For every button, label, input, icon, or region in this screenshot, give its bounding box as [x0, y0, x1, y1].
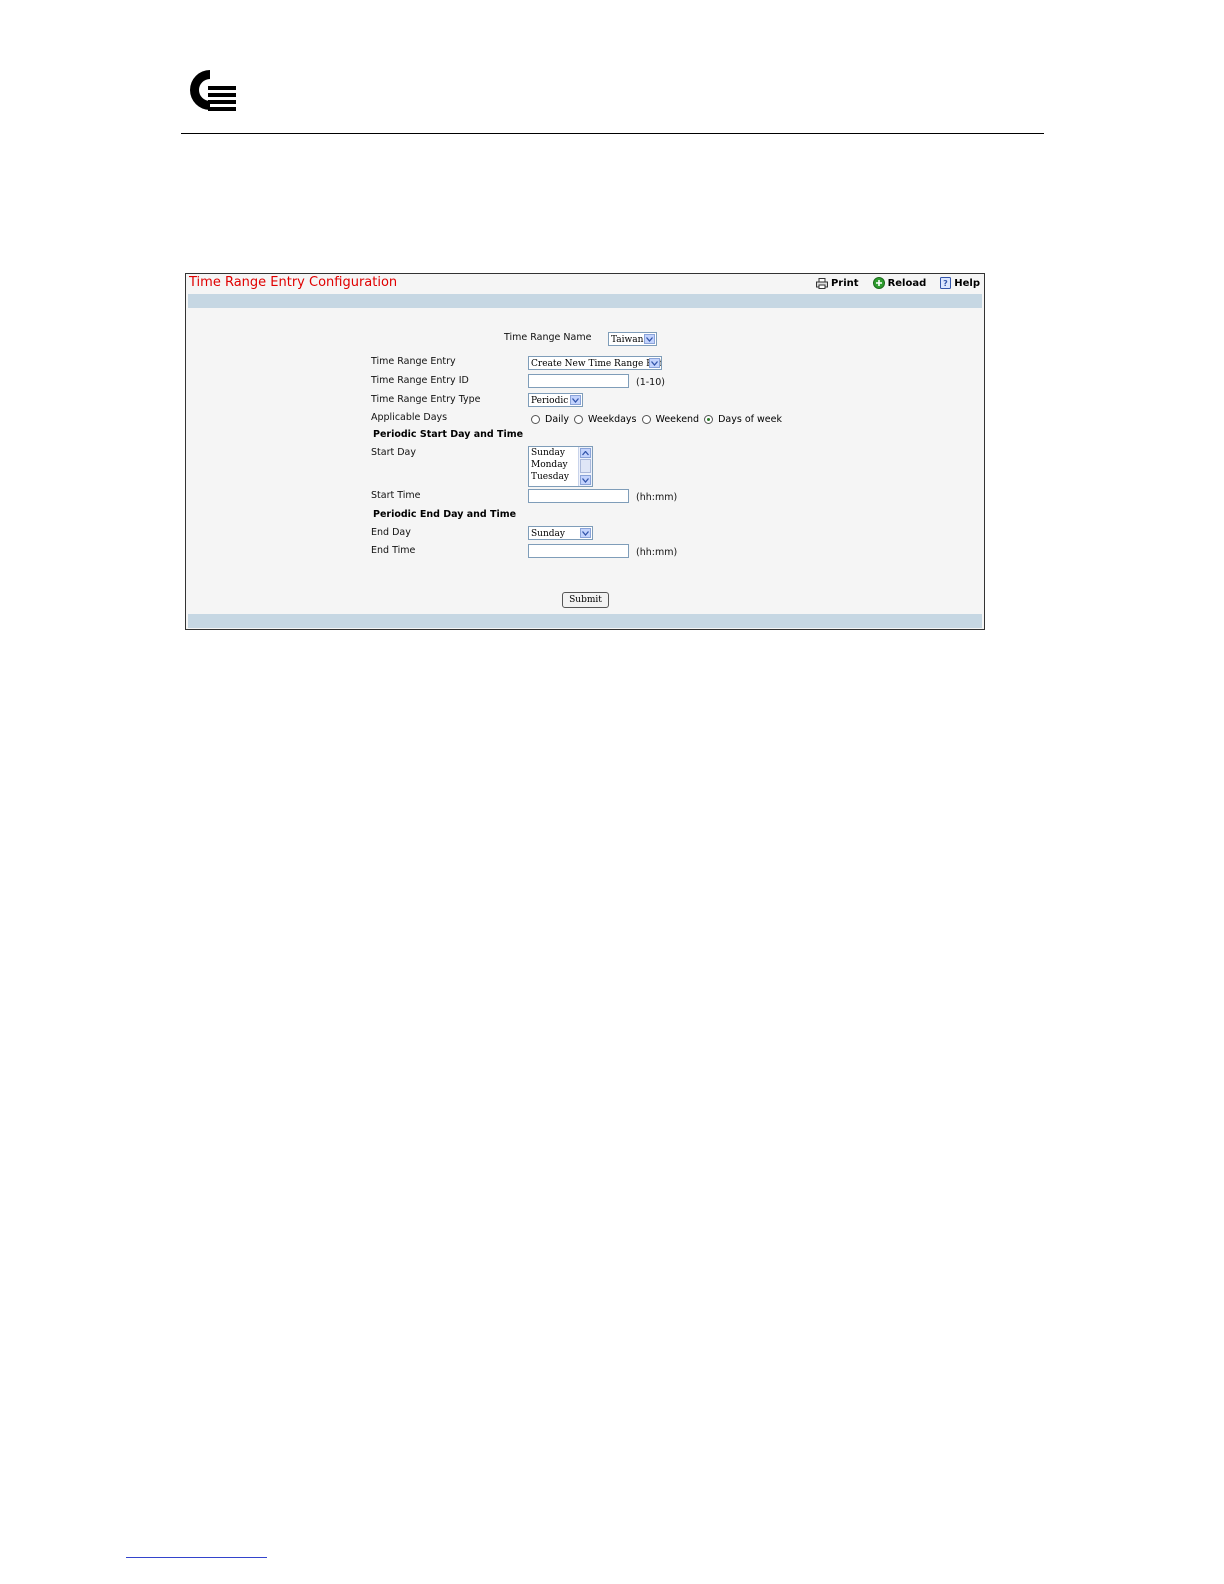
header-band: [188, 294, 982, 308]
time-range-entry-type-value: Periodic: [531, 396, 569, 406]
radio-weekend[interactable]: Weekend: [641, 414, 700, 425]
reload-button[interactable]: Reload: [872, 277, 927, 289]
time-range-entry-label: Time Range Entry: [371, 356, 456, 367]
end-day-label: End Day: [371, 527, 411, 538]
help-button[interactable]: ? Help: [940, 277, 980, 289]
toolbar: Print Reload ? Help: [815, 275, 980, 291]
time-range-entry-id-label: Time Range Entry ID: [371, 375, 469, 386]
scrollbar-thumb[interactable]: [580, 459, 591, 473]
applicable-days-label: Applicable Days: [371, 412, 448, 423]
radio-days-of-week-label: Days of week: [718, 414, 782, 425]
chevron-up-icon[interactable]: [580, 448, 591, 458]
time-range-entry-select[interactable]: Create New Time Range Entry: [528, 356, 662, 370]
chevron-down-icon: [570, 395, 581, 405]
print-button[interactable]: Print: [815, 277, 859, 289]
header-rule: [181, 133, 1044, 134]
time-range-name-value: Taiwan: [611, 335, 644, 345]
radio-button-selected[interactable]: [704, 415, 714, 424]
end-time-label: End Time: [371, 545, 416, 556]
end-time-format-hint: (hh:mm): [636, 547, 678, 558]
time-range-entry-value: Create New Time Range Entry: [531, 359, 662, 369]
help-label: Help: [954, 277, 980, 289]
submit-button[interactable]: Submit: [562, 592, 609, 608]
page-title: Time Range Entry Configuration: [189, 275, 398, 290]
start-day-listbox[interactable]: Sunday Monday Tuesday: [528, 446, 593, 487]
start-time-format-hint: (hh:mm): [636, 492, 678, 503]
start-time-input[interactable]: [528, 489, 629, 503]
radio-days-of-week[interactable]: Days of week: [704, 414, 782, 425]
footer-link-underline[interactable]: [126, 1557, 267, 1558]
svg-text:?: ?: [943, 279, 948, 288]
chevron-down-icon: [644, 334, 655, 344]
chevron-down-icon: [649, 358, 660, 368]
chevron-down-icon: [580, 528, 591, 538]
radio-button[interactable]: [531, 415, 540, 424]
entry-id-range-hint: (1-10): [636, 377, 665, 388]
end-day-value: Sunday: [531, 529, 565, 539]
time-range-name-select[interactable]: Taiwan: [608, 332, 657, 346]
radio-button[interactable]: [641, 415, 651, 424]
time-range-name-label: Time Range Name: [504, 332, 592, 343]
end-day-select[interactable]: Sunday: [528, 526, 593, 540]
end-time-input[interactable]: [528, 544, 629, 558]
reload-icon: [872, 277, 885, 289]
periodic-end-heading: Periodic End Day and Time: [373, 509, 517, 520]
start-time-label: Start Time: [371, 490, 421, 501]
print-label: Print: [830, 277, 859, 289]
reload-label: Reload: [887, 277, 927, 289]
help-icon: ?: [940, 277, 952, 289]
print-icon: [815, 277, 828, 289]
time-range-entry-type-label: Time Range Entry Type: [371, 394, 481, 405]
footer-band: [188, 614, 982, 628]
radio-daily-label: Daily: [545, 414, 570, 425]
applicable-days-radio-group: Daily Weekdays Weekend Days of week: [531, 414, 787, 425]
time-range-entry-type-select[interactable]: Periodic: [528, 393, 583, 407]
radio-button[interactable]: [574, 415, 584, 424]
chevron-down-icon[interactable]: [580, 475, 591, 485]
logo-icon: [186, 66, 238, 114]
radio-weekdays[interactable]: Weekdays: [574, 414, 637, 425]
radio-weekend-label: Weekend: [655, 414, 700, 425]
time-range-entry-id-input[interactable]: [528, 374, 629, 388]
radio-weekdays-label: Weekdays: [588, 414, 637, 425]
periodic-start-heading: Periodic Start Day and Time: [373, 429, 524, 440]
listbox-scrollbar[interactable]: [578, 447, 592, 486]
radio-daily[interactable]: Daily: [531, 414, 569, 425]
start-day-label: Start Day: [371, 447, 416, 458]
